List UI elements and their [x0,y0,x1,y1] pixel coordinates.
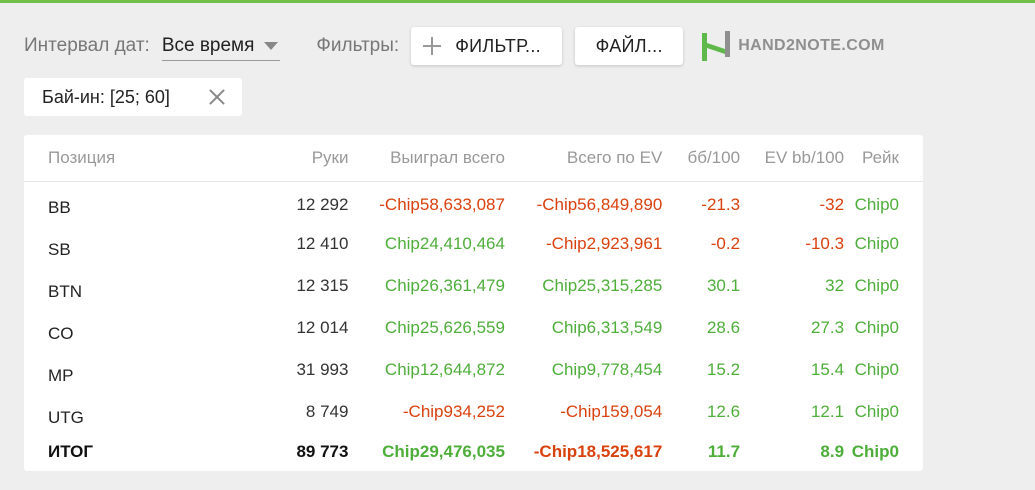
cell-ev-bb100: -10.3 [805,234,845,253]
cell-ev-bb100: 12.1 [810,402,845,421]
total-position: ИТОГ [48,442,94,461]
header-ev-total[interactable]: Всего по EV [504,135,663,182]
cell-won-total: -Chip58,633,087 [379,195,505,215]
cell-bb100: 15.2 [706,360,741,379]
table-row[interactable]: SB 12 410 Chip24,410,464 -Chip2,923,961 … [24,223,923,265]
cell-hands: 12 014 [296,318,349,337]
total-won-total: Chip29,476,035 [382,442,505,461]
header-position[interactable]: Позиция [24,135,160,182]
position-stats-table: Позиция Руки Выиграл всего Всего по EV б… [24,135,923,471]
table-row[interactable]: UTG 8 749 -Chip934,252 -Chip159,054 12.6… [24,391,923,433]
cell-position: BB [48,198,71,217]
add-filter-label: ФИЛЬТР... [455,35,541,56]
cell-position: SB [48,240,71,259]
cell-position: MP [48,366,74,385]
cell-ev-bb100: -32 [819,195,845,215]
cell-rake: Chip0 [854,402,899,421]
date-interval-select[interactable]: Все время [161,31,281,61]
file-button-label: ФАЙЛ... [595,35,663,56]
header-bb100[interactable]: бб/100 [662,135,741,182]
cell-won-total: Chip24,410,464 [384,234,505,253]
total-hands: 89 773 [296,442,349,461]
cell-rake: Chip0 [854,234,899,253]
top-accent-line [0,0,1035,3]
header-rake[interactable]: Рейк [844,135,923,182]
table-header-row: Позиция Руки Выиграл всего Всего по EV б… [24,135,923,182]
add-filter-button[interactable]: ФИЛЬТР... [411,27,563,65]
cell-rake: Chip0 [854,195,899,215]
table-total-row: ИТОГ 89 773 Chip29,476,035 -Chip18,525,6… [24,433,923,471]
header-won-total[interactable]: Выиграл всего [348,135,505,182]
cell-ev-total: Chip25,315,285 [542,276,663,295]
close-icon[interactable] [208,88,226,106]
cell-ev-bb100: 32 [825,276,845,295]
filters-label: Фильтры: [316,35,400,56]
total-ev-total: -Chip18,525,617 [533,442,663,461]
cell-ev-total: Chip6,313,549 [551,318,663,337]
cell-position: BTN [48,282,82,301]
active-filter-chip[interactable]: Бай-ин: [25; 60] [24,78,242,116]
table-row[interactable]: BB 12 292 -Chip58,633,087 -Chip56,849,89… [24,181,923,223]
cell-ev-total: -Chip2,923,961 [546,234,663,253]
date-interval-value: Все время [161,34,255,56]
cell-rake: Chip0 [854,360,899,379]
total-rake: Chip0 [851,442,899,461]
stats-table-card: Позиция Руки Выиграл всего Всего по EV б… [24,135,923,471]
cell-ev-total: -Chip56,849,890 [536,195,663,215]
cell-hands: 8 749 [305,402,349,421]
cell-hands: 12 292 [296,195,349,215]
cell-rake: Chip0 [854,276,899,295]
table-row[interactable]: BTN 12 315 Chip26,361,479 Chip25,315,285… [24,265,923,307]
hand2note-logo[interactable]: HAND2NOTE.COM [700,29,885,63]
cell-won-total: Chip25,626,559 [384,318,505,337]
cell-won-total: Chip12,644,872 [384,360,505,379]
cell-bb100: 28.6 [706,318,741,337]
cell-won-total: -Chip934,252 [402,402,505,421]
cell-ev-total: -Chip159,054 [560,402,663,421]
cell-bb100: 30.1 [706,276,741,295]
cell-ev-total: Chip9,778,454 [551,360,663,379]
table-row[interactable]: MP 31 993 Chip12,644,872 Chip9,778,454 1… [24,349,923,391]
cell-ev-bb100: 15.4 [810,360,845,379]
cell-won-total: Chip26,361,479 [384,276,505,295]
cell-bb100: -21.3 [701,195,741,215]
date-interval-label: Интервал дат: [24,35,150,56]
cell-rake: Chip0 [854,318,899,337]
header-ev-bb100[interactable]: EV bb/100 [740,135,845,182]
logo-text: HAND2NOTE.COM [738,37,885,54]
total-ev-bb100: 8.9 [820,442,845,461]
header-hands[interactable]: Руки [159,135,349,182]
active-filter-label: Бай-ин: [25; 60] [42,86,170,107]
file-button[interactable]: ФАЙЛ... [575,27,684,65]
plus-icon [423,37,442,55]
chevron-down-icon [264,41,279,50]
cell-hands: 12 315 [296,276,349,295]
toolbar: Интервал дат: Все время Фильтры: ФИЛЬТР.… [24,26,885,66]
table-row[interactable]: CO 12 014 Chip25,626,559 Chip6,313,549 2… [24,307,923,349]
total-bb100: 11.7 [707,442,741,461]
hand2note-logo-icon [702,31,731,61]
cell-hands: 31 993 [296,360,349,379]
cell-position: UTG [48,408,84,427]
cell-position: CO [48,324,74,343]
cell-bb100: 12.6 [706,402,741,421]
cell-bb100: -0.2 [710,234,741,253]
cell-ev-bb100: 27.3 [810,318,845,337]
cell-hands: 12 410 [296,234,349,253]
